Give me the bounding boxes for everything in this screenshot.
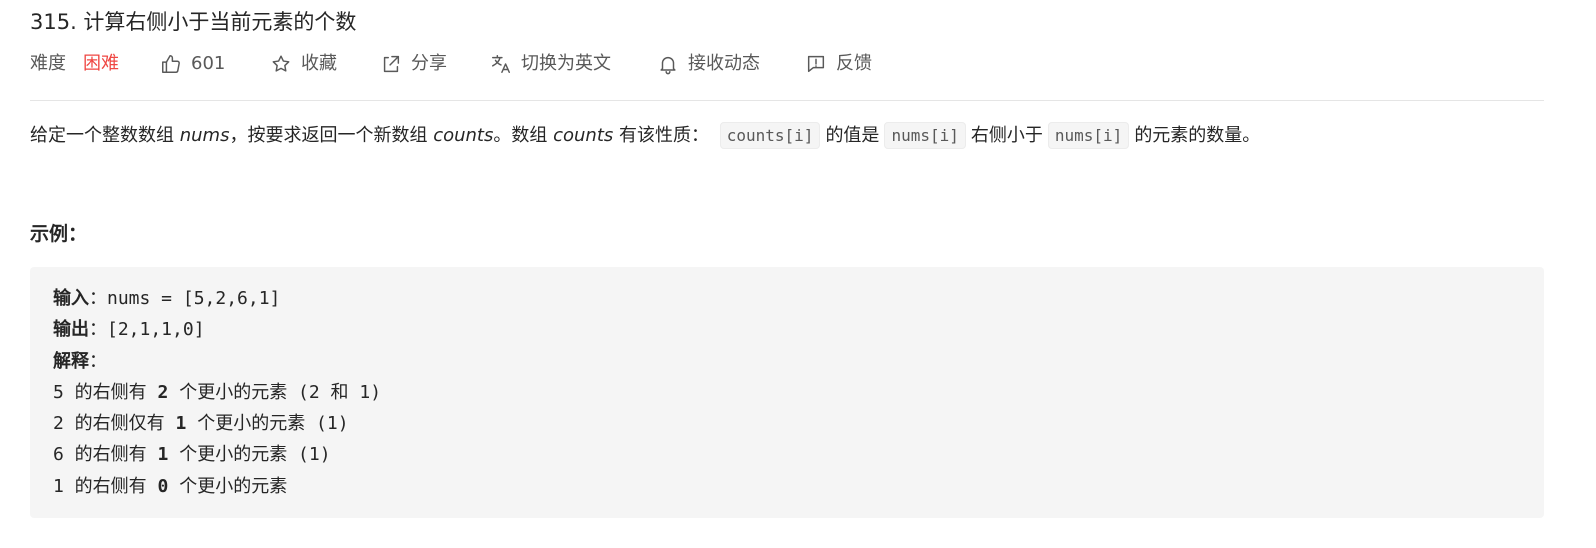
desc-text: 的值是 — [825, 125, 880, 146]
favorite-label: 收藏 — [301, 53, 337, 74]
var-nums: nums — [179, 125, 230, 146]
bell-icon — [660, 56, 676, 75]
input-label: 输入 — [53, 288, 89, 309]
explain-text: 个更小的元素 (1) — [168, 444, 331, 466]
switch-language-button[interactable]: 切换为英文 — [490, 50, 611, 78]
desc-text: 的元素的数量。 — [1134, 125, 1261, 146]
output-label: 输出 — [53, 319, 89, 341]
inline-code: nums[i] — [1047, 122, 1130, 149]
desc-text: 有该性质： — [613, 125, 715, 146]
subscribe-label: 接收动态 — [688, 53, 760, 74]
input-value: ：nums = [5,2,6,1] — [89, 288, 281, 309]
desc-text: 给定一个整数数组 — [30, 125, 180, 146]
explain-text: 2 的右侧仅有 — [53, 413, 176, 435]
problem-meta-bar: 难度 困难 601 收藏 分享 切换为英文 接收动态 反馈 — [30, 50, 1544, 78]
explain-text: 个更小的元素 (2 和 1) — [168, 381, 382, 403]
explain-count: 0 — [157, 475, 169, 497]
var-counts: counts — [553, 125, 614, 146]
desc-text: 右侧小于 — [970, 125, 1043, 146]
explain-count: 2 — [157, 381, 169, 403]
switch-language-label: 切换为英文 — [521, 53, 611, 74]
desc-text: 。数组 — [493, 125, 554, 146]
explain-count: 1 — [157, 444, 169, 466]
example-code-block: 输入：nums = [5,2,6,1] 输出：[2,1,1,0] 解释： 5 的… — [30, 267, 1544, 518]
favorite-button[interactable]: 收藏 — [270, 50, 337, 78]
explain-colon: ： — [89, 350, 107, 372]
var-counts: counts — [433, 125, 494, 146]
problem-description: 给定一个整数数组 nums，按要求返回一个新数组 counts。数组 count… — [30, 118, 1544, 154]
example-heading: 示例： — [30, 223, 88, 245]
explain-line: 5 的右侧有 2 个更小的元素 (2 和 1) — [53, 382, 381, 403]
divider — [30, 100, 1544, 101]
feedback-label: 反馈 — [836, 53, 872, 74]
explain-text: 6 的右侧有 — [53, 444, 158, 466]
like-count: 601 — [191, 53, 226, 74]
translate-icon — [492, 55, 510, 73]
difficulty-badge: 困难 — [83, 53, 119, 74]
explain-count: 1 — [175, 413, 187, 435]
feedback-icon — [807, 55, 825, 73]
explain-text: 5 的右侧有 — [53, 381, 158, 403]
subscribe-button[interactable]: 接收动态 — [657, 50, 760, 78]
explain-line: 2 的右侧仅有 1 个更小的元素 (1) — [53, 413, 349, 434]
feedback-button[interactable]: 反馈 — [805, 50, 872, 78]
explain-line: 6 的右侧有 1 个更小的元素 (1) — [53, 444, 331, 465]
output-value: ：[2,1,1,0] — [89, 319, 205, 341]
difficulty-label: 难度 — [30, 53, 66, 74]
inline-code: nums[i] — [884, 122, 966, 149]
explain-text: 1 的右侧有 — [53, 475, 158, 497]
desc-text: ，按要求返回一个新数组 — [229, 125, 434, 146]
explain-label: 解释 — [53, 350, 89, 372]
like-button[interactable]: 601 — [160, 50, 225, 78]
explain-line: 1 的右侧有 0 个更小的元素 — [53, 476, 287, 497]
share-button[interactable]: 分享 — [380, 50, 447, 78]
star-icon — [272, 55, 290, 72]
share-icon — [383, 55, 400, 73]
explain-text: 个更小的元素 (1) — [186, 413, 349, 435]
explain-text: 个更小的元素 — [168, 475, 288, 497]
page-title: 315. 计算右侧小于当前元素的个数 — [30, 10, 357, 34]
example-pre: 输入：nums = [5,2,6,1] 输出：[2,1,1,0] 解释： 5 的… — [53, 283, 381, 502]
share-label: 分享 — [411, 53, 447, 74]
inline-code: counts[i] — [719, 122, 821, 149]
thumbs-up-icon — [162, 55, 180, 73]
